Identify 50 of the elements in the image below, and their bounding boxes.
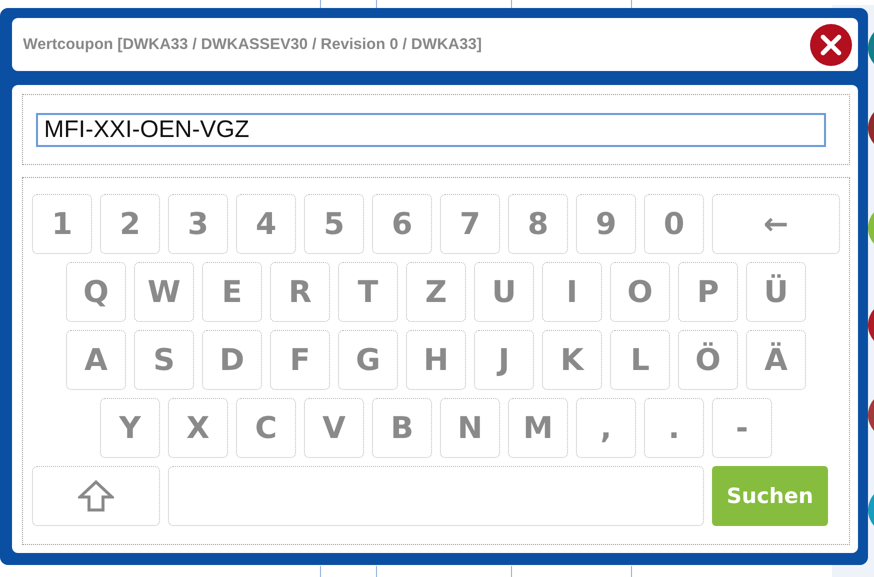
keyboard-key[interactable]: E <box>202 262 262 322</box>
keyboard-key[interactable]: V <box>304 398 364 458</box>
close-button[interactable] <box>810 24 852 66</box>
keyboard-key[interactable]: Q <box>66 262 126 322</box>
keyboard-key[interactable]: 1 <box>32 194 92 254</box>
keyboard-key[interactable]: 9 <box>576 194 636 254</box>
keyboard-key[interactable]: T <box>338 262 398 322</box>
keyboard-key[interactable]: F <box>270 330 330 390</box>
keyboard-key[interactable]: P <box>678 262 738 322</box>
keyboard-key[interactable]: H <box>406 330 466 390</box>
keyboard-key[interactable]: B <box>372 398 432 458</box>
keyboard-key[interactable]: C <box>236 398 296 458</box>
keyboard-key[interactable]: Ö <box>678 330 738 390</box>
shift-key[interactable] <box>32 466 160 526</box>
keyboard-key[interactable]: Ä <box>746 330 806 390</box>
keyboard-key[interactable]: L <box>610 330 670 390</box>
keyboard-key[interactable]: 0 <box>644 194 704 254</box>
keyboard-key[interactable]: S <box>134 330 194 390</box>
keyboard-key[interactable]: Z <box>406 262 466 322</box>
keyboard-key[interactable]: R <box>270 262 330 322</box>
keyboard-key[interactable]: Ü <box>746 262 806 322</box>
keyboard-key[interactable]: J <box>474 330 534 390</box>
keyboard-key[interactable]: 7 <box>440 194 500 254</box>
keyboard-key[interactable]: W <box>134 262 194 322</box>
search-button[interactable]: Suchen <box>712 466 828 526</box>
keyboard-key[interactable]: O <box>610 262 670 322</box>
keyboard-key[interactable]: D <box>202 330 262 390</box>
close-icon <box>820 34 842 56</box>
coupon-input[interactable]: MFI-XXI-OEN-VGZ <box>36 112 826 146</box>
keyboard-key[interactable]: 8 <box>508 194 568 254</box>
keyboard-key[interactable]: A <box>66 330 126 390</box>
keyboard-key[interactable]: 4 <box>236 194 296 254</box>
keyboard-key[interactable]: 5 <box>304 194 364 254</box>
keyboard-key[interactable]: K <box>542 330 602 390</box>
dialog-title: Wertcoupon [DWKA33 / DWKASSEV30 / Revision 0 / DWKA33] <box>23 36 482 54</box>
keyboard-key[interactable]: 6 <box>372 194 432 254</box>
keyboard-key[interactable]: U <box>474 262 534 322</box>
keyboard-key[interactable]: I <box>542 262 602 322</box>
keyboard-key[interactable]: . <box>644 398 704 458</box>
keyboard-key[interactable]: M <box>508 398 568 458</box>
keyboard-key[interactable]: N <box>440 398 500 458</box>
keyboard-key[interactable]: Y <box>100 398 160 458</box>
keyboard-key[interactable]: G <box>338 330 398 390</box>
keyboard-key[interactable]: 2 <box>100 194 160 254</box>
keyboard-key[interactable]: - <box>712 398 772 458</box>
keyboard-key[interactable]: , <box>576 398 636 458</box>
backspace-key[interactable]: ← <box>712 194 840 254</box>
keyboard-key[interactable]: X <box>168 398 228 458</box>
shift-icon <box>78 480 114 512</box>
keyboard-key[interactable]: 3 <box>168 194 228 254</box>
